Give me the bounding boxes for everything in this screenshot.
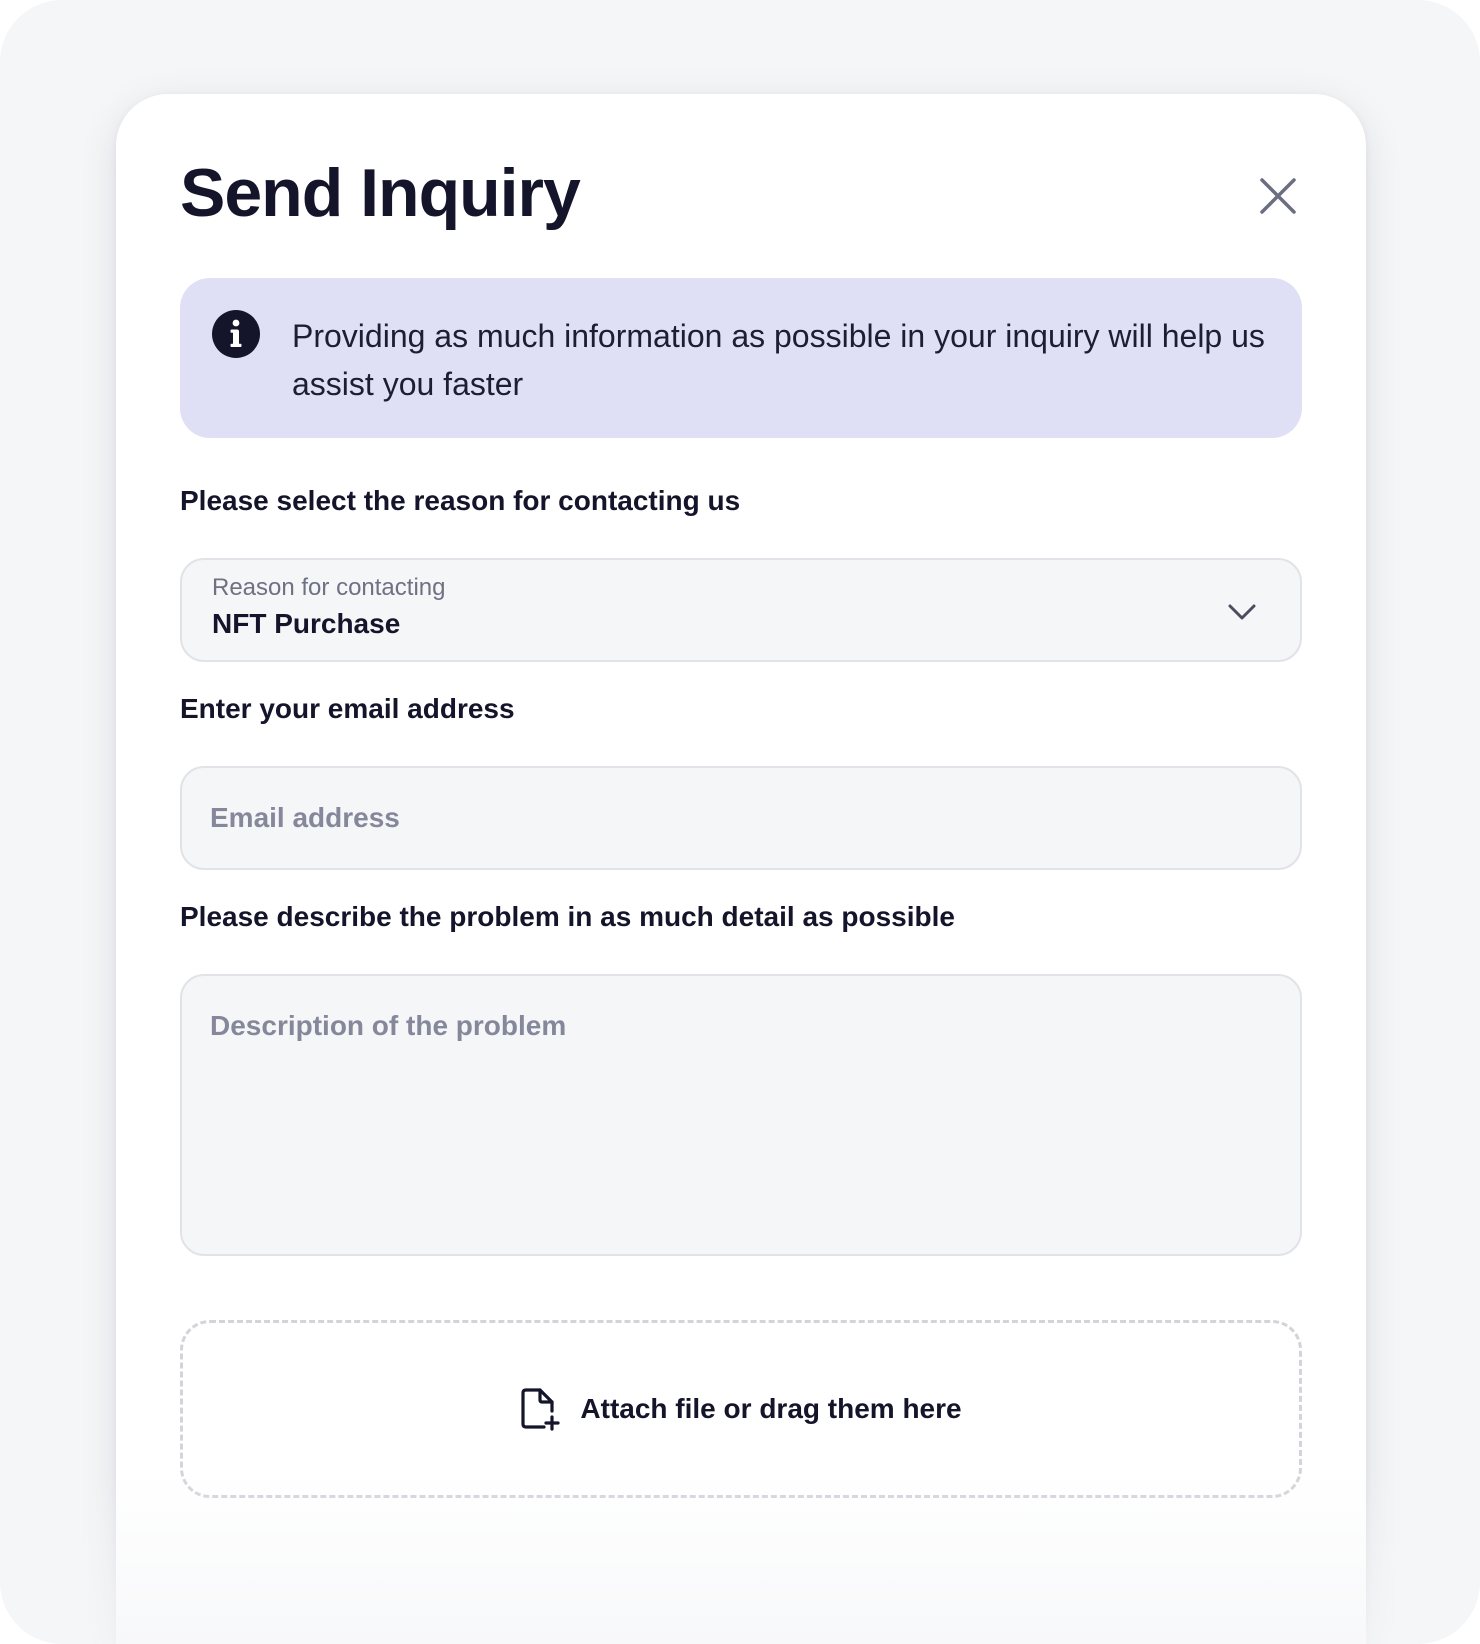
email-field-container	[180, 766, 1302, 870]
email-label: Enter your email address	[180, 693, 515, 724]
reason-select-value: NFT Purchase	[212, 608, 401, 639]
description-label: Please describe the problem in as much d…	[180, 901, 955, 932]
modal-title: Send Inquiry	[180, 155, 581, 231]
screen-background: Send Inquiry Providing as much informati…	[0, 0, 1480, 1644]
description-field-container	[180, 974, 1302, 1256]
chevron-down-icon	[1228, 604, 1256, 620]
info-banner: Providing as much information as possibl…	[180, 278, 1302, 438]
description-textarea[interactable]	[210, 1010, 1270, 1230]
close-icon	[1260, 178, 1296, 214]
close-button[interactable]	[1252, 170, 1304, 222]
send-inquiry-modal: Send Inquiry Providing as much informati…	[116, 94, 1366, 1644]
email-field[interactable]	[210, 768, 1270, 868]
reason-label: Please select the reason for contacting …	[180, 485, 741, 516]
file-add-icon	[521, 1388, 561, 1431]
reason-select[interactable]: Reason for contacting NFT Purchase	[180, 558, 1302, 662]
info-icon	[212, 310, 260, 358]
reason-select-caption: Reason for contacting	[212, 574, 446, 601]
attach-file-dropzone[interactable]: Attach file or drag them here	[180, 1320, 1302, 1498]
attach-file-label: Attach file or drag them here	[580, 1393, 962, 1424]
info-text: Providing as much information as possibl…	[292, 318, 1265, 402]
